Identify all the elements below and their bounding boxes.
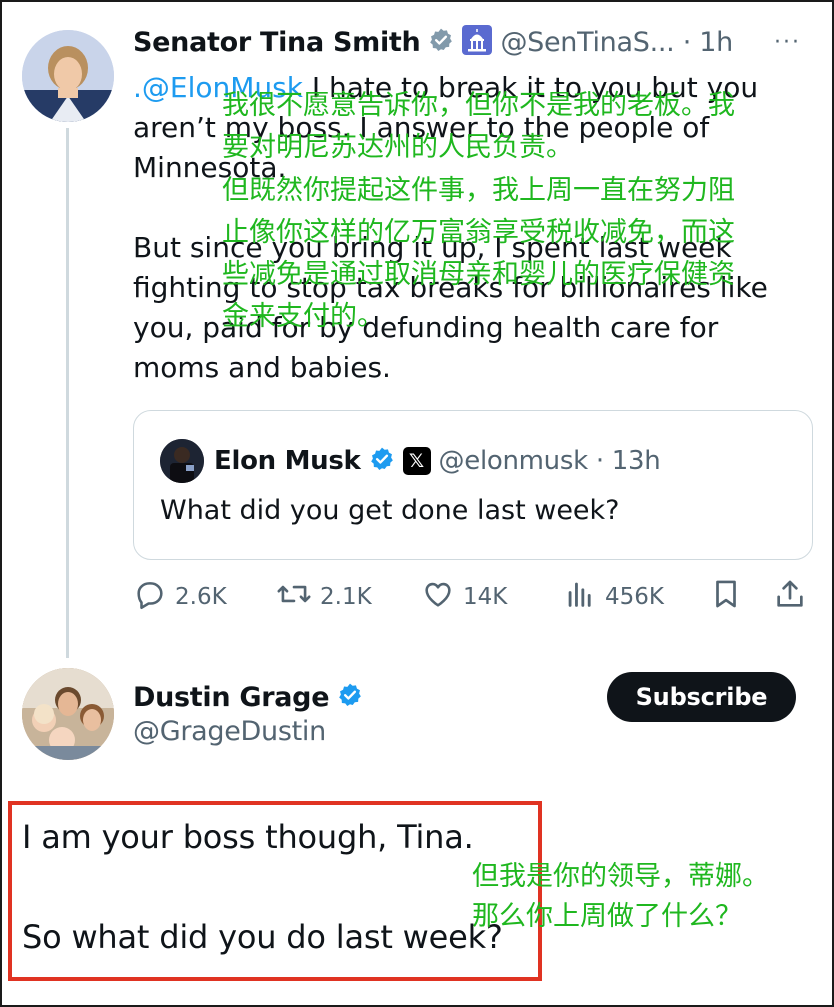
repost-icon: [276, 577, 320, 617]
quoted-avatar: [160, 439, 204, 483]
reply-icon: [133, 577, 175, 617]
quoted-handle-time[interactable]: @elonmusk · 13h: [439, 446, 661, 476]
bookmark-icon: [709, 577, 751, 617]
quoted-tweet[interactable]: Elon Musk 𝕏 @elonmusk · 13h What did you…: [133, 410, 813, 560]
translation-annotation: 要对明尼苏达州的人民负责。: [222, 132, 573, 163]
verified-blue-icon: [337, 682, 363, 712]
verified-gray-icon: [428, 27, 454, 57]
thread-line: [66, 128, 69, 658]
share-icon: [773, 577, 815, 617]
quoted-text: What did you get done last week?: [160, 495, 620, 526]
like-button[interactable]: 14K: [421, 575, 507, 619]
translation-annotation: 我很不愿意告诉你，但你不是我的老板。我: [222, 90, 735, 121]
government-capitol-icon: [462, 25, 493, 59]
avatar[interactable]: [22, 668, 114, 760]
x-logo-icon: 𝕏: [402, 447, 431, 475]
bookmark-button[interactable]: [709, 575, 751, 619]
like-count: 14K: [463, 584, 508, 610]
avatar[interactable]: [22, 30, 114, 122]
verified-blue-icon: [369, 446, 395, 476]
author-name[interactable]: Senator Tina Smith: [133, 27, 421, 58]
tweet-header: Senator Tina Smith @SenTinaS... · 1h: [133, 22, 733, 62]
translation-annotation: 但既然你提起这件事，我上周一直在努力阻: [222, 175, 735, 206]
heart-icon: [421, 577, 463, 617]
tweet-text-line: moms and babies.: [133, 351, 391, 384]
repost-button[interactable]: 2.1K: [276, 575, 372, 619]
translation-annotation: 但我是你的领导，蒂娜。: [472, 861, 769, 892]
views-count: 456K: [605, 584, 664, 610]
reply-text-line: So what did you do last week?: [22, 918, 503, 956]
repost-count: 2.1K: [320, 584, 372, 610]
tweet-actions: 2.6K 2.1K 14K 456K: [133, 575, 813, 619]
more-options-icon[interactable]: ···: [774, 30, 801, 55]
quoted-header: Elon Musk 𝕏 @elonmusk · 13h: [214, 439, 661, 483]
author-handle-time[interactable]: @SenTinaS... · 1h: [500, 27, 733, 58]
reply-count: 2.6K: [175, 584, 227, 610]
author-handle[interactable]: @GrageDustin: [133, 716, 326, 747]
translation-annotation: 些减免是通过取消母亲和婴儿的医疗保健资: [222, 259, 735, 290]
share-button[interactable]: [773, 575, 815, 619]
reply-button[interactable]: 2.6K: [133, 575, 227, 619]
views-button[interactable]: 456K: [563, 575, 664, 619]
translation-annotation: 金来支付的。: [222, 301, 384, 332]
reply-text-line: I am your boss though, Tina.: [22, 818, 474, 856]
subscribe-button[interactable]: Subscribe: [607, 672, 796, 722]
reply-header: Dustin Grage: [133, 677, 363, 717]
translation-annotation: 止像你这样的亿万富翁享受税收减免，而这: [222, 217, 735, 248]
translation-annotation: 那么你上周做了什么？: [472, 901, 742, 932]
quoted-author-name[interactable]: Elon Musk: [214, 446, 361, 476]
author-name[interactable]: Dustin Grage: [133, 682, 330, 713]
bar-chart-icon: [563, 577, 605, 617]
